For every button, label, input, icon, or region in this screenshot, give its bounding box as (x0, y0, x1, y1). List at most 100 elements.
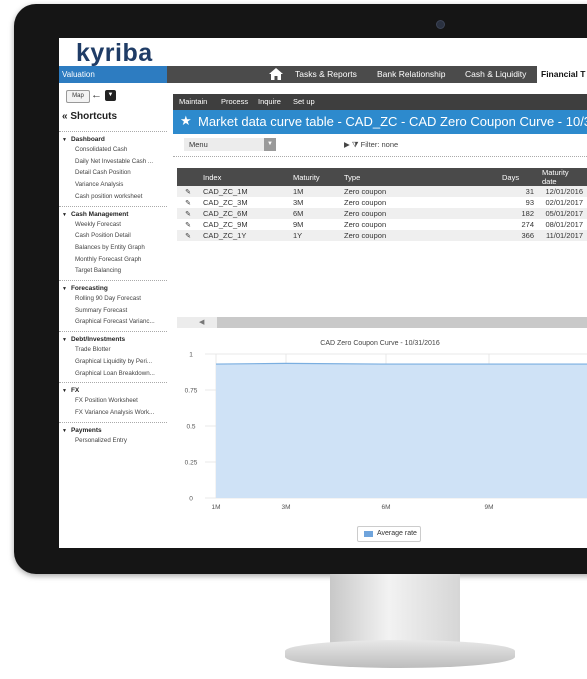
dropdown-icon[interactable]: ▼ (105, 90, 116, 101)
table-row[interactable]: ✎ CAD_ZC_9M 9M Zero coupon 274 08/01/2017 (177, 219, 587, 230)
edit-pencil-icon[interactable]: ✎ (177, 186, 199, 197)
shortcut-group-title: Cash Management (70, 210, 129, 218)
edit-column-header (177, 168, 199, 186)
table-cell: 93 (498, 197, 538, 208)
column-maturity[interactable]: Maturity (289, 168, 340, 186)
nav-tasks-reports[interactable]: Tasks & Reports (295, 66, 357, 83)
table-row[interactable]: ✎ CAD_ZC_1M 1M Zero coupon 31 12/01/2016 (177, 186, 587, 197)
module-label[interactable]: Valuation (59, 66, 167, 83)
shortcut-group-title: Dashboard (70, 136, 105, 143)
subnav-process[interactable]: Process (221, 94, 248, 110)
table-cell: 05/01/2017 (538, 208, 587, 219)
table-cell: 274 (498, 219, 538, 230)
x-tick-label: 1M (211, 504, 220, 511)
chart-title: CAD Zero Coupon Curve - 10/31/2016 (320, 340, 440, 347)
shortcut-group-header[interactable]: ▼ Debt/Investments (59, 336, 167, 343)
shortcut-group: ▼ FX FX Position Worksheet FX Variance Anal… (59, 382, 167, 421)
screen: kyriba Valuation Tasks & Reports Bank Re… (59, 38, 587, 548)
shortcut-link[interactable]: Rolling 90 Day Forecast (59, 293, 167, 305)
shortcut-link[interactable]: Cash Position Detail (59, 230, 167, 242)
table-cell: Zero coupon (340, 197, 498, 208)
shortcuts-title: « Shortcuts (62, 111, 118, 122)
table-cell: 3M (289, 197, 340, 208)
edit-pencil-icon[interactable]: ✎ (177, 230, 199, 241)
shortcut-link[interactable]: Personalized Entry (59, 435, 167, 447)
nav-cash-liquidity[interactable]: Cash & Liquidity (465, 66, 526, 83)
column-days[interactable]: Days (498, 168, 538, 186)
horizontal-scrollbar[interactable]: ◀ (177, 317, 587, 328)
nav-bank-relationship[interactable]: Bank Relationship (377, 66, 446, 83)
main-content: Maintain Process Inquire Set up ★ Market… (173, 83, 587, 548)
shortcut-link[interactable]: Target Balancing (59, 265, 167, 277)
shortcut-group-header[interactable]: ▼ FX (59, 387, 167, 394)
filter-icon: ⧩ (351, 140, 359, 149)
collapse-icon[interactable]: « (62, 111, 68, 122)
triangle-down-icon: ▼ (62, 137, 67, 143)
edit-pencil-icon[interactable]: ✎ (177, 208, 199, 219)
edit-pencil-icon[interactable]: ✎ (177, 197, 199, 208)
table-header-row: Index Maturity Type Days Maturity date (177, 168, 587, 186)
favorite-star-icon[interactable]: ★ (180, 113, 192, 129)
shortcut-link[interactable]: Graphical Loan Breakdown... (59, 368, 167, 380)
y-tick-label: 0 (189, 496, 193, 503)
shortcut-link[interactable]: Daily Net Investable Cash ... (59, 156, 167, 168)
monitor-stand (330, 574, 460, 644)
shortcut-group-title: Debt/Investments (70, 336, 126, 344)
table-cell: 08/01/2017 (538, 219, 587, 230)
shortcut-link[interactable]: FX Variance Analysis Work... (59, 407, 167, 419)
map-button[interactable]: Map (66, 90, 90, 103)
shortcut-group-title: Payments (70, 426, 102, 434)
y-tick-label: 0.5 (186, 424, 195, 431)
scrollbar-thumb[interactable] (217, 317, 587, 328)
shortcut-group-header[interactable]: ▼ Forecasting (59, 285, 167, 292)
shortcut-link[interactable]: Variance Analysis (59, 179, 167, 191)
table-cell: CAD_ZC_9M (199, 219, 289, 230)
subnav-maintain[interactable]: Maintain (179, 94, 207, 110)
table-row[interactable]: ✎ CAD_ZC_1Y 1Y Zero coupon 366 11/01/2017 (177, 230, 587, 241)
toolbar: Menu ▼ ▶ ⧩ Filter: none (173, 134, 587, 157)
table-cell: 182 (498, 208, 538, 219)
column-type[interactable]: Type (340, 168, 498, 186)
nav-financial-transactions[interactable]: Financial T (537, 66, 587, 83)
shortcut-group-header[interactable]: ▼ Dashboard (59, 136, 167, 143)
menu-dropdown[interactable]: Menu ▼ (184, 138, 276, 151)
shortcuts-list: ▼ Dashboard Consolidated Cash Daily Net Inv… (59, 131, 167, 449)
shortcut-link[interactable]: Summary Forecast (59, 305, 167, 317)
shortcut-link[interactable]: Consolidated Cash (59, 144, 167, 156)
shortcut-link[interactable]: Graphical Liquidity by Peri... (59, 356, 167, 368)
shortcut-group-header[interactable]: ▼ Payments (59, 427, 167, 434)
column-maturity-date[interactable]: Maturity date (538, 168, 587, 186)
edit-pencil-icon[interactable]: ✎ (177, 219, 199, 230)
home-icon[interactable] (269, 68, 283, 80)
table-cell: 1M (289, 186, 340, 197)
back-arrow-icon[interactable]: ← (91, 89, 103, 101)
chart-legend[interactable]: Average rate (357, 526, 421, 542)
subnav-setup[interactable]: Set up (293, 94, 315, 110)
triangle-down-icon: ▼ (62, 427, 67, 434)
shortcut-link[interactable]: Weekly Forecast (59, 219, 167, 231)
subnav-inquire[interactable]: Inquire (258, 94, 281, 110)
shortcut-group-header[interactable]: ▼ Cash Management (59, 211, 167, 218)
area-fill (216, 363, 587, 498)
column-index[interactable]: Index (199, 168, 289, 186)
shortcut-link[interactable]: Trade Blotter (59, 344, 167, 356)
triangle-down-icon: ▼ (62, 286, 67, 293)
x-tick-label: 6M (381, 504, 390, 511)
shortcut-group-title: Forecasting (70, 285, 108, 293)
shortcut-link[interactable]: Detail Cash Position (59, 167, 167, 179)
shortcut-link[interactable]: Cash position worksheet (59, 191, 167, 203)
table-cell: 6M (289, 208, 340, 219)
shortcut-link[interactable]: Monthly Forecast Graph (59, 254, 167, 266)
left-panel: Map ← ▼ « Shortcuts ▼ Dashboard Consolidat… (59, 83, 167, 548)
table-cell: 9M (289, 219, 340, 230)
triangle-down-icon: ▼ (62, 337, 67, 344)
table-row[interactable]: ✎ CAD_ZC_6M 6M Zero coupon 182 05/01/2017 (177, 208, 587, 219)
filter-status[interactable]: ▶ ⧩ Filter: none (344, 140, 398, 150)
table-cell: Zero coupon (340, 230, 498, 241)
table-row[interactable]: ✎ CAD_ZC_3M 3M Zero coupon 93 02/01/2017 (177, 197, 587, 208)
shortcut-link[interactable]: Graphical Forecast Varianc... (59, 316, 167, 328)
scroll-left-icon[interactable]: ◀ (199, 318, 204, 326)
shortcut-link[interactable]: Balances by Entity Graph (59, 242, 167, 254)
curve-chart: 0 0.25 0.5 0.75 1 1M 3M 6M 9M (185, 352, 587, 511)
shortcut-link[interactable]: FX Position Worksheet (59, 395, 167, 407)
